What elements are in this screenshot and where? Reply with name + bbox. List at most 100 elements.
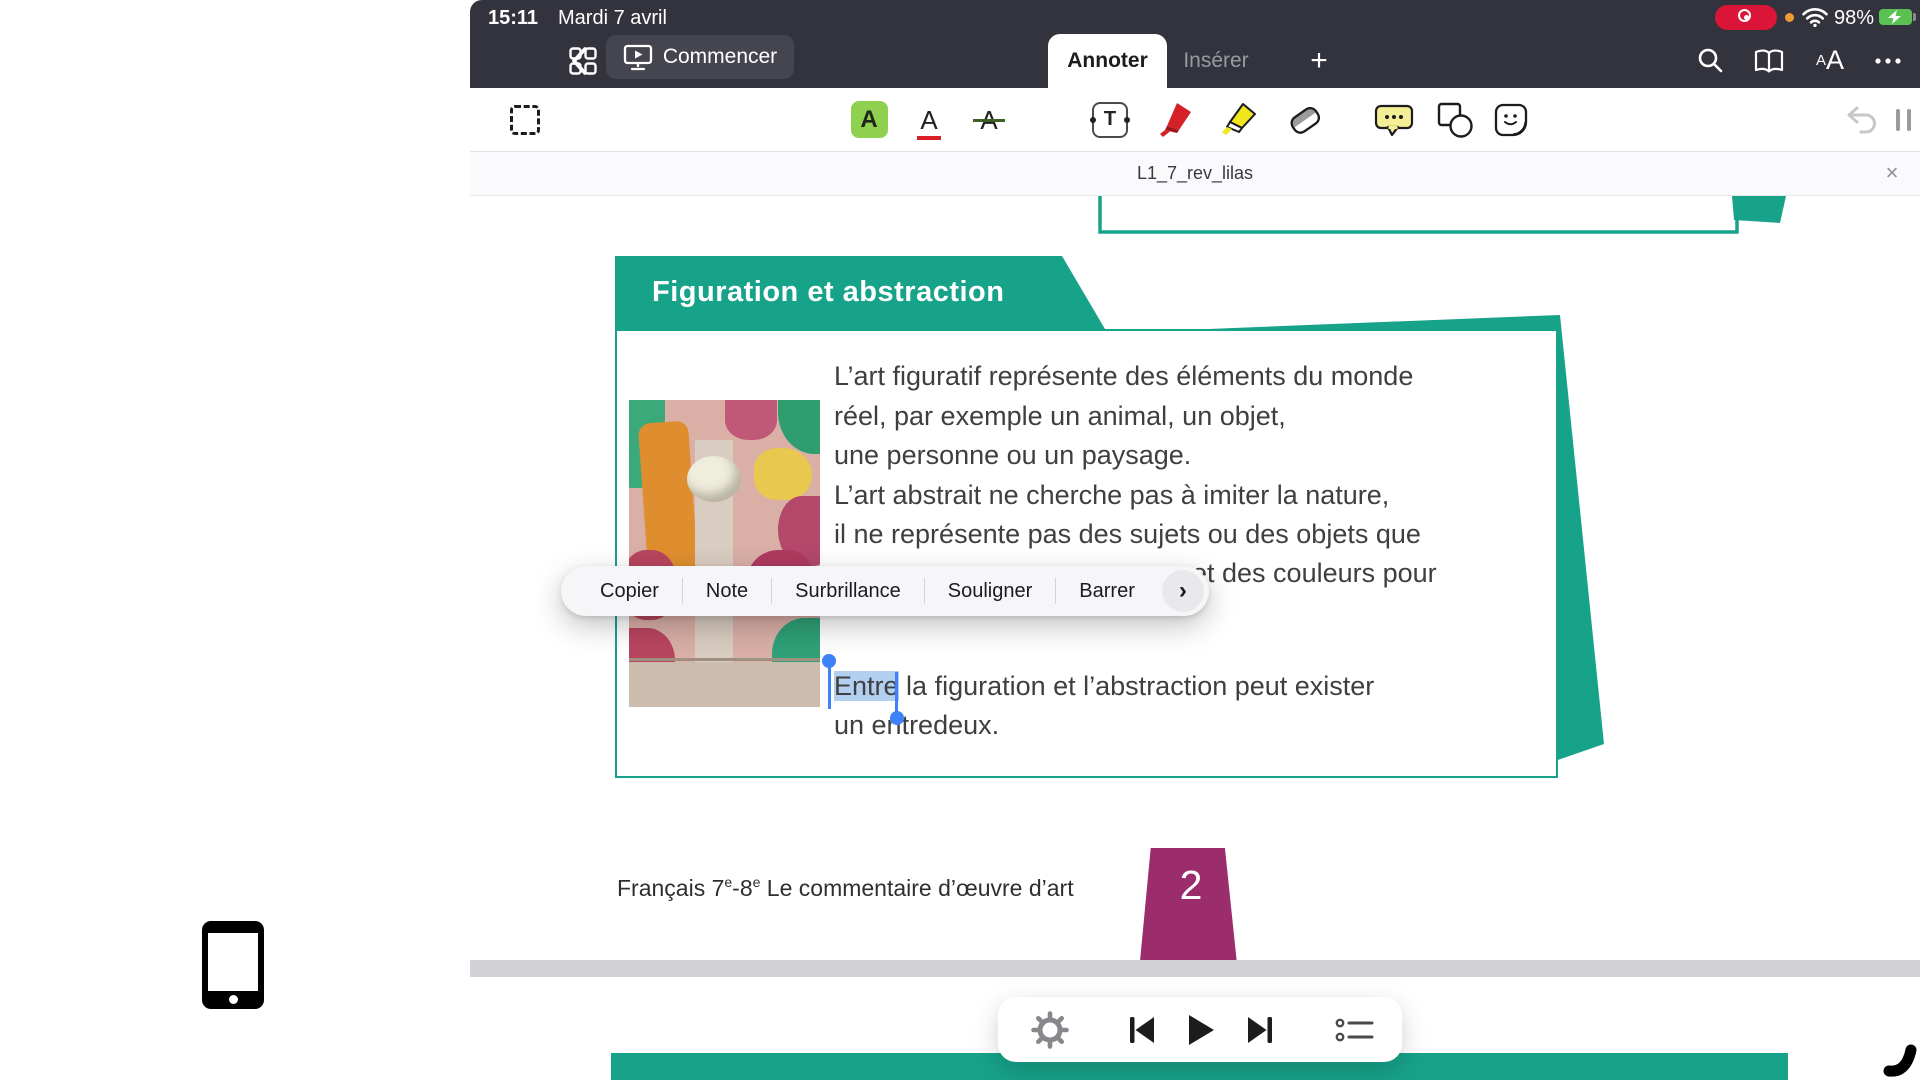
highlight-a-icon: A: [851, 101, 888, 138]
playback-bar: [998, 997, 1402, 1062]
tab-insert[interactable]: Insérer: [1176, 34, 1256, 88]
search-icon: [1697, 47, 1724, 74]
comment-bubble-icon: [1373, 100, 1415, 140]
menu-more-button[interactable]: ›: [1162, 570, 1204, 612]
body-line: L’art abstrait ne cherche pas à imiter l…: [834, 476, 1574, 516]
battery-percent: 98%: [1834, 7, 1874, 30]
artwork-thumbnail: [629, 400, 820, 707]
body-line: une personne ou un paysage.: [834, 436, 1574, 476]
play-icon: [1187, 1014, 1215, 1046]
skip-back-button[interactable]: [1120, 997, 1164, 1062]
marker-pen-icon: [1153, 99, 1195, 141]
skip-forward-button[interactable]: [1238, 997, 1282, 1062]
presentation-play-icon: [623, 44, 653, 71]
navigation-row: Commencer Annoter Insérer +: [470, 33, 1920, 88]
pause-bars-icon: [1896, 109, 1911, 131]
tablet-screen: [208, 933, 258, 991]
marquee-select-tool[interactable]: [503, 88, 547, 151]
wifi-icon: [1802, 8, 1828, 27]
shapes-tool[interactable]: [1431, 88, 1477, 151]
slide-title: Figuration et abstraction: [652, 276, 1004, 308]
start-label: Commencer: [663, 45, 777, 69]
collapse-toolbar-button[interactable]: [1888, 88, 1918, 151]
paint-shape: [629, 662, 820, 707]
highlighter-icon: [1218, 99, 1260, 141]
underline-a-icon: A: [920, 107, 937, 133]
close-document-button[interactable]: ×: [1878, 160, 1906, 186]
text-underline-tool[interactable]: A: [907, 88, 951, 151]
undo-icon: [1842, 103, 1878, 137]
body-line: L’art figuratif représente des éléments …: [834, 357, 1574, 397]
menu-item-strikethrough[interactable]: Barrer: [1056, 580, 1158, 603]
page-number-badge: 2: [1138, 848, 1244, 960]
previous-card-border: [1100, 196, 1737, 232]
highlighter-tool[interactable]: [1216, 88, 1262, 151]
eraser-icon: [1284, 99, 1326, 141]
slide-title-banner: Figuration et abstraction: [615, 256, 1115, 329]
microphone-indicator-icon: [1785, 13, 1794, 22]
body-line: il ne représente pas des sujets ou des o…: [834, 515, 1574, 555]
document-filename: L1_7_rev_lilas: [470, 163, 1920, 184]
text-selection-menu: Copier Note Surbrillance Souligner Barre…: [561, 566, 1209, 616]
top-bar: 15:11 Mardi 7 avril 98%: [470, 0, 1920, 88]
text-size-button[interactable]: AA: [1806, 33, 1854, 88]
body-line-partial: et des couleurs pour: [1192, 554, 1437, 594]
ellipsis-icon: [1874, 57, 1902, 65]
skip-back-icon: [1127, 1015, 1157, 1045]
menu-item-copy[interactable]: Copier: [577, 580, 682, 603]
page-gap: [470, 960, 1920, 977]
reader-button[interactable]: [1748, 33, 1790, 88]
book-icon: [1753, 48, 1785, 74]
play-button[interactable]: [1178, 997, 1224, 1062]
shapes-icon: [1433, 99, 1475, 141]
add-tab-button[interactable]: +: [1302, 45, 1336, 79]
paint-shape: [629, 658, 820, 661]
start-presentation-button[interactable]: Commencer: [606, 35, 794, 79]
screen-recording-indicator[interactable]: [1715, 5, 1777, 30]
menu-item-underline[interactable]: Souligner: [925, 580, 1056, 603]
date: Mardi 7 avril: [558, 7, 667, 30]
menu-item-note[interactable]: Note: [683, 580, 771, 603]
page-grid-button[interactable]: [564, 33, 602, 88]
skip-forward-icon: [1245, 1015, 1275, 1045]
selection-paragraph: Entre la figuration et l’abstraction peu…: [834, 667, 1574, 745]
text-box-tool[interactable]: T: [1088, 88, 1132, 151]
search-button[interactable]: [1690, 33, 1730, 88]
text-highlight-tool[interactable]: A: [847, 88, 891, 151]
paint-shape: [754, 448, 812, 500]
text-strikethrough-tool[interactable]: A: [967, 88, 1011, 151]
aa-icon: A: [1816, 52, 1826, 69]
paint-shape: [725, 400, 777, 440]
strikethrough-a-icon: A: [980, 107, 997, 133]
slide-footer: Français 7e-8e Le commentaire d’œuvre d’…: [617, 874, 1074, 902]
screen: 15:11 Mardi 7 avril 98%: [0, 0, 1920, 1080]
menu-item-highlight[interactable]: Surbrillance: [772, 580, 924, 603]
more-menu-button[interactable]: [1866, 33, 1910, 88]
tab-annotate[interactable]: Annoter: [1048, 34, 1167, 88]
selection-handle-end[interactable]: [890, 711, 904, 725]
pen-stroke-arc: [1889, 1050, 1911, 1071]
text-box-icon: T: [1092, 102, 1128, 138]
eraser-tool[interactable]: [1282, 88, 1328, 151]
list-icon: [1335, 1016, 1375, 1044]
gear-icon: [1030, 1010, 1070, 1050]
body-line: un entredeux.: [834, 706, 1574, 745]
clock: 15:11: [488, 7, 538, 30]
annotation-toolbar: A A A T: [470, 88, 1920, 152]
comment-tool[interactable]: [1371, 88, 1417, 151]
sticker-smiley-icon: [1491, 100, 1531, 140]
playback-settings-button[interactable]: [1026, 997, 1074, 1062]
paint-shape: [687, 456, 741, 502]
slide-body-text: L’art figuratif représente des éléments …: [834, 357, 1574, 555]
slide-list-button[interactable]: [1330, 997, 1380, 1062]
battery-charging-icon: [1879, 9, 1912, 25]
marker-pen-tool[interactable]: [1151, 88, 1197, 151]
paint-shape: [778, 400, 820, 454]
status-bar: 15:11 Mardi 7 avril 98%: [470, 0, 1920, 33]
sticker-tool[interactable]: [1488, 88, 1534, 151]
undo-button[interactable]: [1838, 88, 1882, 151]
selected-text[interactable]: Entre: [834, 671, 899, 701]
marquee-icon: [510, 105, 540, 135]
tablet-icon: [202, 921, 264, 1009]
document-title-bar: L1_7_rev_lilas ×: [470, 152, 1920, 196]
